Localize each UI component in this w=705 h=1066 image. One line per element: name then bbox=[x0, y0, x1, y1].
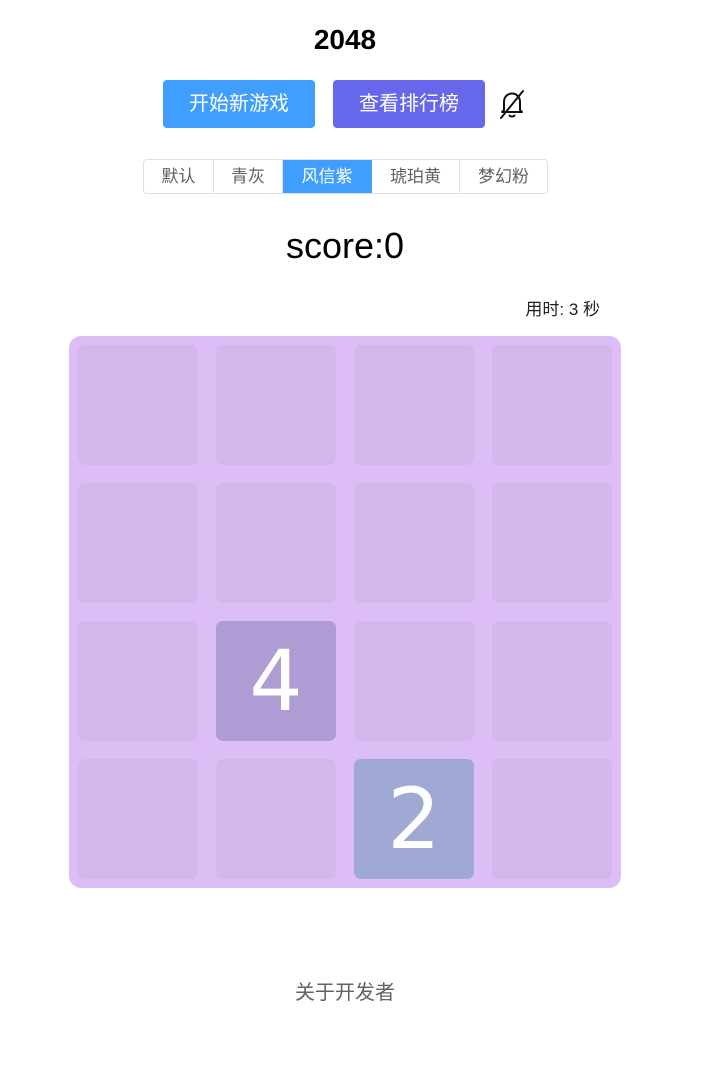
empty-cell bbox=[492, 483, 612, 603]
theme-amber-yellow[interactable]: 琥珀黄 bbox=[372, 160, 460, 193]
timer-display: 用时: 3 秒 bbox=[525, 300, 600, 319]
leaderboard-button[interactable]: 查看排行榜 bbox=[333, 80, 485, 128]
empty-cell bbox=[216, 759, 336, 879]
empty-cell bbox=[354, 483, 474, 603]
empty-cell bbox=[216, 345, 336, 465]
tile: 2 bbox=[354, 759, 474, 879]
new-game-button[interactable]: 开始新游戏 bbox=[163, 80, 315, 128]
empty-cell bbox=[78, 483, 198, 603]
about-developer-link[interactable]: 关于开发者 bbox=[0, 979, 690, 1007]
game-board[interactable]: 42 bbox=[69, 336, 621, 888]
tile: 4 bbox=[216, 621, 336, 741]
empty-cell bbox=[354, 345, 474, 465]
empty-cell bbox=[78, 759, 198, 879]
theme-slate-gray[interactable]: 青灰 bbox=[214, 160, 283, 193]
empty-cell bbox=[492, 621, 612, 741]
theme-hyacinth-purple[interactable]: 风信紫 bbox=[283, 160, 372, 193]
empty-cell bbox=[492, 345, 612, 465]
theme-default[interactable]: 默认 bbox=[144, 160, 214, 193]
theme-selector: 默认 青灰 风信紫 琥珀黄 梦幻粉 bbox=[143, 159, 548, 194]
game-title: 2048 bbox=[313, 24, 377, 55]
bell-off-icon[interactable] bbox=[497, 88, 527, 120]
empty-cell bbox=[354, 621, 474, 741]
empty-cell bbox=[492, 759, 612, 879]
empty-cell bbox=[78, 345, 198, 465]
empty-cell bbox=[216, 483, 336, 603]
theme-dream-pink[interactable]: 梦幻粉 bbox=[460, 160, 547, 193]
score-display: score:0 bbox=[285, 225, 405, 266]
empty-cell bbox=[78, 621, 198, 741]
